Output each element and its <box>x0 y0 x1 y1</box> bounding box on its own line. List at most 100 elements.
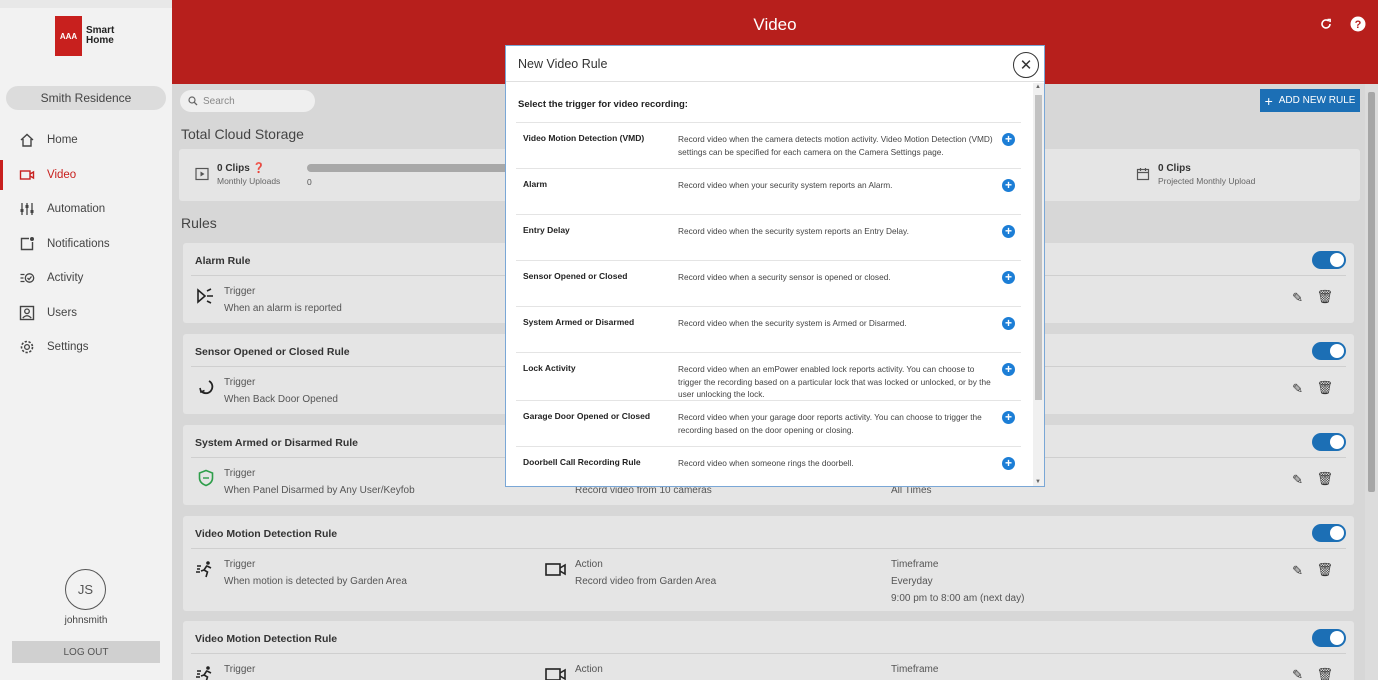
sidebar-item-label: Notifications <box>47 237 110 250</box>
sidebar-item-video[interactable]: Video <box>0 158 172 193</box>
alarm-siren-icon <box>195 287 217 305</box>
rule-card: Video Motion Detection Rule Trigger Acti… <box>183 621 1354 680</box>
trigger-description: Record video when the camera detects mot… <box>678 134 993 157</box>
logout-button[interactable]: LOG OUT <box>12 641 160 663</box>
add-rule-label: ADD NEW RULE <box>1278 95 1356 106</box>
motion-icon <box>195 560 217 578</box>
user-icon <box>18 304 36 322</box>
edit-icon[interactable]: ✎ <box>1292 563 1303 579</box>
rule-toggle[interactable] <box>1312 524 1346 542</box>
action-label: Action <box>575 664 603 675</box>
add-circle-icon[interactable]: + <box>1002 179 1015 192</box>
trigger-option-lock-activity[interactable]: Lock Activity Record video when an emPow… <box>516 352 1021 400</box>
trigger-name: Garage Door Opened or Closed <box>523 411 651 421</box>
trigger-option-garage-door[interactable]: Garage Door Opened or Closed Record vide… <box>516 400 1021 446</box>
logo-line-2: Home <box>86 35 114 46</box>
activity-icon <box>18 269 36 287</box>
scroll-up-icon[interactable]: ▲ <box>1035 84 1041 90</box>
trash-icon[interactable]: 🗑 <box>1316 667 1333 680</box>
search-placeholder: Search <box>203 95 235 107</box>
add-circle-icon[interactable]: + <box>1002 411 1015 424</box>
calendar-icon <box>1136 168 1150 181</box>
trigger-label: Trigger <box>224 559 256 570</box>
trigger-text: When Back Door Opened <box>224 394 338 405</box>
scroll-down-icon[interactable]: ▼ <box>1035 479 1041 485</box>
add-circle-icon[interactable]: + <box>1002 317 1015 330</box>
monthly-uploads-label: Monthly Uploads <box>217 176 281 186</box>
sidebar: AAA Smart Home Smith Residence Home Vide… <box>0 8 172 680</box>
trigger-label: Trigger <box>224 664 256 675</box>
rule-toggle[interactable] <box>1312 251 1346 269</box>
trigger-name: Sensor Opened or Closed <box>523 271 628 281</box>
trigger-description: Record video when someone rings the door… <box>678 458 854 468</box>
add-new-rule-button[interactable]: + ADD NEW RULE <box>1260 89 1360 112</box>
refresh-icon[interactable] <box>1317 15 1335 33</box>
sidebar-item-home[interactable]: Home <box>0 123 172 158</box>
plus-icon: + <box>1264 92 1273 109</box>
modal-scrollbar[interactable]: ▲ ▼ <box>1033 83 1044 486</box>
trash-icon[interactable]: 🗑 <box>1316 380 1333 396</box>
page-scrollbar[interactable] <box>1365 84 1378 680</box>
edit-icon[interactable]: ✎ <box>1292 290 1303 306</box>
sidebar-item-users[interactable]: Users <box>0 296 172 331</box>
sidebar-item-notifications[interactable]: Notifications <box>0 227 172 262</box>
add-circle-icon[interactable]: + <box>1002 457 1015 470</box>
sidebar-item-label: Automation <box>47 203 106 216</box>
trigger-list: Video Motion Detection (VMD) Record vide… <box>516 122 1021 492</box>
close-icon[interactable]: ✕ <box>1013 52 1039 78</box>
search-icon <box>188 96 198 106</box>
trigger-option-entry-delay[interactable]: Entry Delay Record video when the securi… <box>516 214 1021 260</box>
username: johnsmith <box>64 615 108 626</box>
trash-icon[interactable]: 🗑 <box>1316 471 1333 487</box>
add-circle-icon[interactable]: + <box>1002 225 1015 238</box>
modal-subtitle: Select the trigger for video recording: <box>518 99 688 110</box>
add-circle-icon[interactable]: + <box>1002 271 1015 284</box>
progress-value: 0 <box>307 177 312 187</box>
edit-icon[interactable]: ✎ <box>1292 472 1303 488</box>
storage-progress-bar <box>307 164 527 172</box>
rule-name: Video Motion Detection Rule <box>195 633 338 645</box>
rule-toggle[interactable] <box>1312 433 1346 451</box>
modal-scrollbar-thumb[interactable] <box>1035 95 1042 400</box>
timeframe-label: Timeframe <box>891 559 939 570</box>
rule-toggle[interactable] <box>1312 342 1346 360</box>
rule-toggle[interactable] <box>1312 629 1346 647</box>
scrollbar-thumb[interactable] <box>1368 92 1375 492</box>
trigger-description: Record video when your garage door repor… <box>678 412 982 435</box>
rule-name: Alarm Rule <box>195 255 251 267</box>
residence-selector[interactable]: Smith Residence <box>6 86 166 110</box>
trigger-text: When an alarm is reported <box>224 303 342 314</box>
search-input[interactable]: Search <box>180 90 315 112</box>
add-circle-icon[interactable]: + <box>1002 363 1015 376</box>
help-icon[interactable]: ? <box>1349 15 1367 33</box>
trash-icon[interactable]: 🗑 <box>1316 289 1333 305</box>
trigger-name: System Armed or Disarmed <box>523 317 635 327</box>
sidebar-nav: Home Video Automation Notifications Acti… <box>0 123 172 365</box>
sidebar-item-automation[interactable]: Automation <box>0 192 172 227</box>
trigger-option-vmd[interactable]: Video Motion Detection (VMD) Record vide… <box>516 122 1021 168</box>
motion-icon <box>195 665 217 680</box>
camera-icon <box>545 665 567 680</box>
trash-icon[interactable]: 🗑 <box>1316 562 1333 578</box>
sidebar-item-activity[interactable]: Activity <box>0 261 172 296</box>
trigger-name: Doorbell Call Recording Rule <box>523 457 641 467</box>
trigger-option-doorbell[interactable]: Doorbell Call Recording Rule Record vide… <box>516 446 1021 492</box>
trigger-option-armed-disarmed[interactable]: System Armed or Disarmed Record video wh… <box>516 306 1021 352</box>
action-text: Record video from Garden Area <box>575 576 717 587</box>
projected-clips-count: 0 Clips <box>1158 163 1191 174</box>
avatar[interactable]: JS <box>65 569 106 610</box>
trigger-option-alarm[interactable]: Alarm Record video when your security sy… <box>516 168 1021 214</box>
trigger-label: Trigger <box>224 468 256 479</box>
storage-title: Total Cloud Storage <box>181 126 304 142</box>
timeframe-label: Timeframe <box>891 664 939 675</box>
trigger-option-sensor[interactable]: Sensor Opened or Closed Record video whe… <box>516 260 1021 306</box>
camera-icon <box>545 560 567 578</box>
edit-icon[interactable]: ✎ <box>1292 381 1303 397</box>
action-label: Action <box>575 559 603 570</box>
brand-logo[interactable]: AAA Smart Home <box>55 16 114 56</box>
sidebar-item-settings[interactable]: Settings <box>0 330 172 365</box>
edit-icon[interactable]: ✎ <box>1292 667 1303 680</box>
page-title: Video <box>753 15 797 34</box>
info-icon[interactable]: ❓ <box>253 163 265 174</box>
add-circle-icon[interactable]: + <box>1002 133 1015 146</box>
